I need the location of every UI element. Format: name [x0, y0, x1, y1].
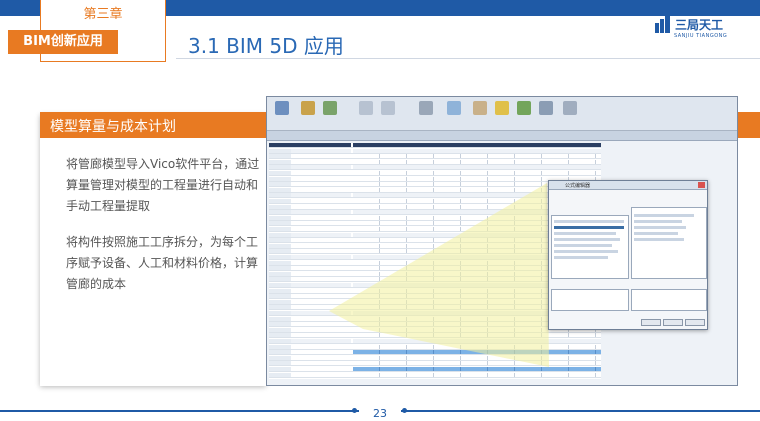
dialog-tree [631, 207, 707, 279]
dialog-input [551, 289, 629, 311]
dialog-button [663, 319, 683, 326]
logo-text: 三局天工 [675, 17, 724, 32]
paragraph-import: 将管廊模型导入Vico软件平台，通过算量管理对模型的工程量进行自动和手动工程量提… [66, 157, 260, 213]
content-heading: 模型算量与成本计划 [50, 119, 176, 135]
list-item [634, 232, 678, 235]
dialog-titlebar: 公式编辑器 [549, 181, 707, 190]
list-item [554, 244, 612, 247]
list-item [634, 226, 686, 229]
list-item [554, 238, 620, 241]
section-badge: BIM创新应用 [8, 30, 118, 54]
dialog-preview [631, 289, 707, 311]
paragraph-cost: 将构件按照施工工序拆分，为每个工序赋予设备、人工和材料价格，计算管廊的成本 [66, 235, 259, 291]
company-logo: 三局天工 [655, 14, 723, 34]
formula-editor-dialog: 公式编辑器 [548, 180, 708, 330]
page-title: 3.1 BIM 5D 应用 [188, 34, 344, 58]
title-divider [176, 58, 760, 59]
logo-subtext: SANJIU TIANGONG [674, 33, 728, 39]
building-logo-icon [655, 15, 670, 33]
chapter-label: 第三章 [83, 7, 123, 22]
list-item [554, 220, 624, 223]
dialog-button [641, 319, 661, 326]
list-item [634, 220, 682, 223]
list-item [554, 256, 608, 259]
dialog-item-list [551, 215, 629, 279]
list-item [554, 232, 616, 235]
list-item [634, 238, 684, 241]
list-item [554, 250, 618, 253]
dialog-button [685, 319, 705, 326]
close-icon [698, 182, 705, 188]
dialog-title: 公式编辑器 [565, 183, 591, 189]
list-item [554, 226, 624, 229]
list-item [634, 214, 694, 217]
page-number: 23 [359, 407, 401, 420]
